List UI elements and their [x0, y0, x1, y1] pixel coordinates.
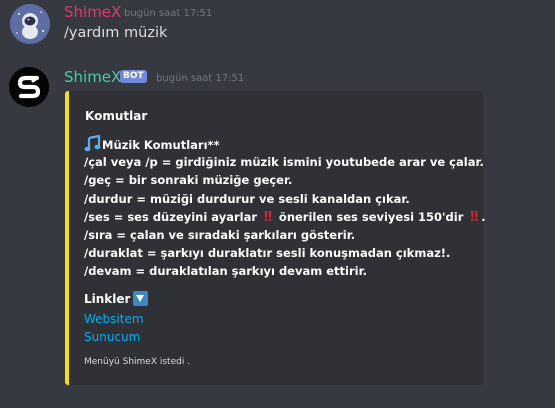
timestamp: bugün saat 17:51 — [156, 73, 245, 84]
bot-avatar[interactable] — [9, 67, 49, 107]
double-exclamation-icon: !! — [469, 209, 479, 225]
ses-prefix: /ses = ses düzeyini ayarlar — [84, 209, 258, 224]
links-title: Linkler — [84, 291, 149, 306]
embed-title: Komutlar — [85, 109, 148, 123]
bot-tag: BOT — [120, 70, 147, 83]
section-title-text: Müzik Komutları** — [102, 138, 220, 152]
command-line: /çal veya /p = girdiğiniz müzik ismini y… — [84, 155, 484, 170]
message-text: /yardım müzik — [64, 25, 168, 41]
command-line-ses: /ses = ses düzeyini ayarlar !! önerilen … — [84, 208, 486, 226]
user-message: ShimeX bugün saat 17:51 /yardım müzik — [0, 0, 555, 60]
server-link[interactable]: Sunucum — [84, 330, 140, 344]
ses-suffix: . — [481, 209, 486, 224]
music-note-icon — [84, 135, 101, 152]
astronaut-avatar-icon — [10, 4, 50, 44]
embed-footer: Menüyü ShimeX istedi . — [84, 357, 191, 367]
author-name[interactable]: ShimeX — [64, 68, 121, 86]
user-avatar[interactable] — [10, 4, 50, 44]
section-title: Müzik Komutları** — [84, 135, 486, 153]
author-name[interactable]: ShimeX — [64, 3, 121, 21]
command-line: /duraklat = şarkıyı duraklatır sesli kon… — [84, 246, 451, 261]
links-title-text: Linkler — [84, 292, 131, 306]
command-line: /sıra = çalan ve sıradaki şarkıları göst… — [84, 227, 356, 242]
help-embed: Komutlar Müzik Komutları** /çal veya /p … — [65, 91, 486, 385]
ses-middle: önerilen ses seviyesi 150'dir — [278, 209, 464, 224]
double-exclamation-icon: !! — [263, 209, 273, 225]
shimex-logo-avatar-icon — [9, 67, 49, 107]
command-list: Müzik Komutları** /çal veya /p = girdiği… — [84, 135, 486, 281]
down-arrow-icon — [133, 291, 149, 306]
command-line: /devam = duraklatılan şarkıyı devam etti… — [84, 264, 367, 279]
command-line: /durdur = müziği durdurur ve sesli kanal… — [84, 191, 410, 206]
timestamp: bugün saat 17:51 — [124, 8, 213, 19]
website-link[interactable]: Websitem — [84, 312, 144, 326]
command-line: /geç = bir sonraki müziğe geçer. — [84, 173, 293, 188]
